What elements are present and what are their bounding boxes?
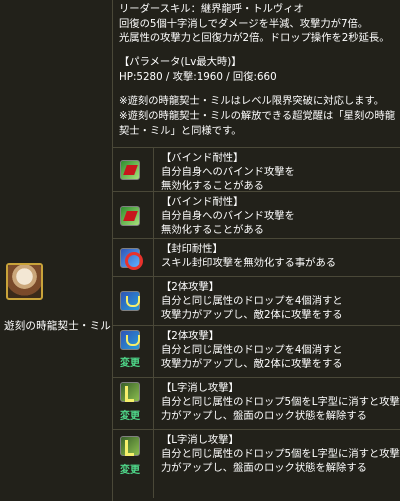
awakening-desc-line: スキル封印攻撃を無効化する事がある bbox=[161, 257, 337, 269]
two-pronged-attack-icon bbox=[120, 330, 140, 350]
note-line: ※遊刻の時龍契士・ミルの解放できる超覚醒は「星刻の時龍 bbox=[119, 110, 396, 123]
awakening-desc-line: 自分と同じ属性のドロップを4個消すと bbox=[161, 295, 343, 307]
change-label: 変更 bbox=[120, 358, 140, 369]
character-portrait-icon[interactable] bbox=[6, 263, 43, 300]
awakening-desc-line: 攻撃力がアップし、敵2体に攻撃をする bbox=[161, 309, 343, 321]
awakening-title: 【L字消し攻撃】 bbox=[161, 382, 239, 394]
awakening-row: 【2体攻撃】 自分と同じ属性のドロップを4個消すと 攻撃力がアップし、敵2体に攻… bbox=[113, 277, 400, 326]
awakening-icon-cell: 変更 bbox=[113, 326, 154, 377]
l-shape-attack-icon bbox=[120, 382, 140, 402]
awakening-desc-line: 自分と同じ属性のドロップを4個消すと bbox=[161, 344, 343, 356]
l-shape-attack-icon bbox=[120, 436, 140, 456]
parameters-values: HP:5280 / 攻撃:1960 / 回復:660 bbox=[119, 70, 277, 83]
awakening-desc-line: 自分自身へのバインド攻撃を bbox=[161, 166, 295, 178]
awakening-row: 変更 【L字消し攻撃】 自分と同じ属性のドロップ5個をL字型に消すと攻撃 力がア… bbox=[113, 378, 400, 430]
note-line: ※遊刻の時龍契士・ミルはレベル限界突破に対応します。 bbox=[119, 95, 385, 108]
awakening-row: 【バインド耐性】 自分自身へのバインド攻撃を 無効化することがある bbox=[113, 192, 400, 239]
awakening-title: 【2体攻撃】 bbox=[161, 330, 220, 342]
awakening-desc-line: 力がアップし、盤面のロック状態を解除する bbox=[161, 410, 367, 422]
awakening-desc-line: 自分自身へのバインド攻撃を bbox=[161, 210, 295, 222]
awakening-row: 【封印耐性】 スキル封印攻撃を無効化する事がある bbox=[113, 239, 400, 277]
awakening-icon-cell bbox=[113, 239, 154, 276]
parameters-title: 【パラメータ(Lv最大時)】 bbox=[119, 56, 242, 69]
leader-skill-description: リーダースキル：継界龍呼・トルヴィオ 回復の5個十字消しでダメージを半減、攻撃力… bbox=[113, 0, 400, 148]
awakening-desc-line: 無効化することがある bbox=[161, 224, 264, 236]
awakening-title: 【2体攻撃】 bbox=[161, 281, 220, 293]
awakening-icon-cell bbox=[113, 277, 154, 325]
bind-resist-icon bbox=[120, 160, 140, 180]
awakening-desc-line: 自分と同じ属性のドロップ5個をL字型に消すと攻撃 bbox=[161, 448, 400, 460]
awakening-row: 変更 【L字消し攻撃】 自分と同じ属性のドロップ5個をL字型に消すと攻撃 力がア… bbox=[113, 430, 400, 498]
awakening-title: 【L字消し攻撃】 bbox=[161, 434, 239, 446]
awakening-icon-cell bbox=[113, 148, 154, 191]
awakening-desc-line: 力がアップし、盤面のロック状態を解除する bbox=[161, 462, 367, 474]
awakening-icon-cell bbox=[113, 192, 154, 238]
change-label: 変更 bbox=[120, 411, 140, 422]
leader-skill-line: リーダースキル：継界龍呼・トルヴィオ bbox=[119, 3, 304, 15]
leader-skill-line: 光属性の攻撃力と回復力が2倍。ドロップ操作を2秒延長。 bbox=[119, 32, 390, 45]
awakening-list: 【バインド耐性】 自分自身へのバインド攻撃を 無効化することがある 【バインド耐… bbox=[113, 148, 400, 498]
note-line: 契士・ミル」と同様です。 bbox=[119, 124, 242, 137]
character-column: 遊刻の時龍契士・ミル bbox=[0, 0, 113, 501]
awakening-icon-cell: 変更 bbox=[113, 378, 154, 429]
awakening-desc-line: 無効化することがある bbox=[161, 180, 264, 192]
awakening-icon-cell: 変更 bbox=[113, 430, 154, 498]
monster-detail-table: 遊刻の時龍契士・ミル リーダースキル：継界龍呼・トルヴィオ 回復の5個十字消しで… bbox=[0, 0, 400, 501]
awakening-title: 【バインド耐性】 bbox=[161, 196, 244, 208]
change-label: 変更 bbox=[120, 465, 140, 476]
awakening-title: 【バインド耐性】 bbox=[161, 152, 244, 164]
two-pronged-attack-icon bbox=[120, 291, 140, 311]
character-name: 遊刻の時龍契士・ミル bbox=[4, 320, 111, 332]
awakening-row: 変更 【2体攻撃】 自分と同じ属性のドロップを4個消すと 攻撃力がアップし、敵2… bbox=[113, 326, 400, 378]
awakening-desc-line: 自分と同じ属性のドロップ5個をL字型に消すと攻撃 bbox=[161, 396, 400, 408]
seal-resist-icon bbox=[120, 248, 143, 270]
awakening-title: 【封印耐性】 bbox=[161, 243, 223, 255]
leader-skill-line: 回復の5個十字消しでダメージを半減、攻撃力が7倍。 bbox=[119, 17, 369, 30]
awakening-desc-line: 攻撃力がアップし、敵2体に攻撃をする bbox=[161, 358, 343, 370]
awakening-row: 【バインド耐性】 自分自身へのバインド攻撃を 無効化することがある bbox=[113, 148, 400, 192]
bind-resist-icon bbox=[120, 206, 140, 226]
